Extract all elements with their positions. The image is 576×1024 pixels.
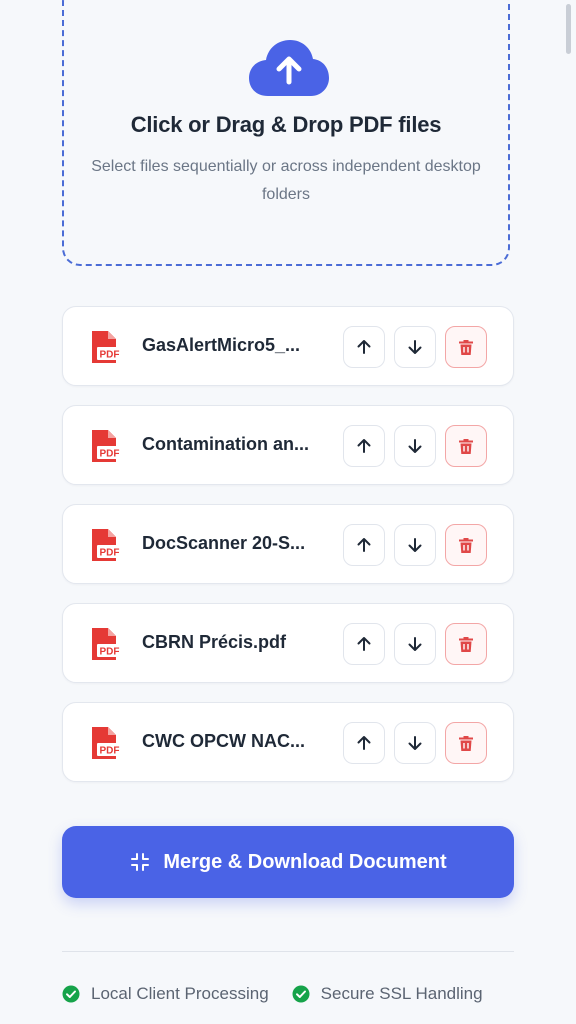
scrollbar-thumb[interactable]	[566, 4, 571, 54]
move-up-button[interactable]	[343, 722, 385, 764]
badge-label: Secure SSL Handling	[320, 984, 483, 1003]
move-down-button[interactable]	[394, 623, 436, 665]
file-name: CBRN Précis.pdf	[142, 632, 287, 652]
arrow-up-icon	[357, 439, 371, 453]
delete-button[interactable]	[445, 722, 487, 764]
trash-icon	[459, 637, 473, 652]
move-up-button[interactable]	[343, 326, 385, 368]
delete-button[interactable]	[445, 326, 487, 368]
check-circle-icon	[62, 985, 80, 1003]
move-up-button[interactable]	[343, 425, 385, 467]
file-name: DocScanner 20-S...	[142, 533, 306, 553]
dropzone-subtitle: Select files sequentially or across inde…	[91, 158, 481, 203]
pdf-dropzone[interactable]: Click or Drag & Drop PDF files Select fi…	[62, 0, 510, 266]
file-name: CWC OPCW NAC...	[142, 731, 305, 751]
svg-text:PDF: PDF	[100, 646, 120, 657]
svg-text:PDF: PDF	[100, 745, 120, 756]
file-item: PDF CWC OPCW NAC...	[62, 702, 514, 782]
badge-label: Local Client Processing	[91, 984, 269, 1003]
trash-icon	[459, 340, 473, 355]
svg-text:PDF: PDF	[100, 547, 120, 558]
merge-arrows-icon	[131, 853, 150, 871]
page: Click or Drag & Drop PDF files Select fi…	[0, 0, 576, 1024]
move-up-button[interactable]	[343, 524, 385, 566]
file-name: Contamination an...	[142, 434, 310, 454]
trash-icon	[459, 736, 473, 751]
move-down-button[interactable]	[394, 425, 436, 467]
trash-icon	[459, 538, 473, 553]
delete-button[interactable]	[445, 623, 487, 665]
merge-download-button[interactable]: Merge & Download Document	[62, 826, 514, 898]
move-down-button[interactable]	[394, 722, 436, 764]
arrow-down-icon	[408, 439, 422, 453]
check-circle-icon	[292, 985, 310, 1003]
arrow-down-icon	[408, 538, 422, 552]
pdf-file-icon: PDF	[92, 331, 122, 363]
svg-text:PDF: PDF	[100, 448, 120, 459]
pdf-file-icon: PDF	[92, 430, 122, 462]
merge-button-label: Merge & Download Document	[163, 850, 447, 873]
footer-badges: Local Client Processing Secure SSL Handl…	[62, 982, 522, 1006]
arrow-down-icon	[408, 637, 422, 651]
move-down-button[interactable]	[394, 326, 436, 368]
file-item: PDF GasAlertMicro5_...	[62, 306, 514, 386]
file-item: PDF CBRN Précis.pdf	[62, 603, 514, 683]
arrow-down-icon	[408, 340, 422, 354]
local-processing-badge: Local Client Processing	[62, 984, 269, 1004]
file-item: PDF DocScanner 20-S...	[62, 504, 514, 584]
svg-text:PDF: PDF	[100, 349, 120, 360]
trash-icon	[459, 439, 473, 454]
pdf-file-icon: PDF	[92, 727, 122, 759]
file-item: PDF Contamination an...	[62, 405, 514, 485]
secure-ssl-badge: Secure SSL Handling	[292, 984, 483, 1004]
delete-button[interactable]	[445, 425, 487, 467]
arrow-up-icon	[357, 637, 371, 651]
dropzone-title: Click or Drag & Drop PDF files	[130, 112, 442, 137]
arrow-up-icon	[357, 340, 371, 354]
footer-divider	[62, 951, 514, 952]
arrow-down-icon	[408, 736, 422, 750]
pdf-file-icon: PDF	[92, 529, 122, 561]
move-down-button[interactable]	[394, 524, 436, 566]
arrow-up-icon	[357, 538, 371, 552]
move-up-button[interactable]	[343, 623, 385, 665]
pdf-file-icon: PDF	[92, 628, 122, 660]
file-name: GasAlertMicro5_...	[142, 335, 301, 355]
file-list: PDF GasAlertMicro5_... PDF Contamination…	[62, 306, 514, 801]
arrow-up-icon	[357, 736, 371, 750]
delete-button[interactable]	[445, 524, 487, 566]
cloud-upload-icon	[249, 40, 329, 96]
